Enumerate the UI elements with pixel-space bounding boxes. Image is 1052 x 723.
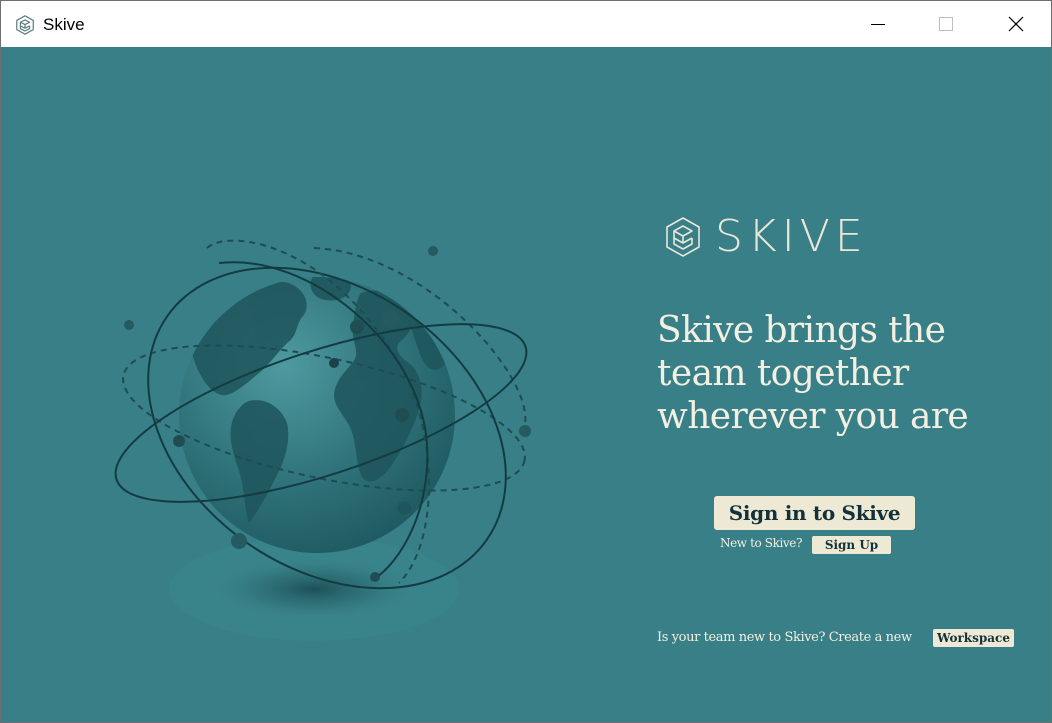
hero-tagline: Skive brings the team together wherever …: [657, 309, 997, 438]
tagline-line: team together: [657, 353, 909, 394]
minimize-icon: [871, 24, 885, 25]
app-logo-icon: [16, 15, 34, 35]
create-workspace-button[interactable]: Workspace: [933, 629, 1014, 647]
maximize-button[interactable]: [923, 1, 969, 47]
title-bar[interactable]: Skive: [1, 1, 1051, 47]
window-title: Skive: [43, 15, 85, 34]
signup-button[interactable]: Sign Up: [812, 536, 891, 554]
skive-wordmark: SKIVE: [715, 211, 868, 262]
welcome-screen: SKIVE Skive brings the team together whe…: [1, 47, 1051, 722]
tagline-line: Skive brings the: [657, 310, 946, 351]
tagline-line: wherever you are: [657, 396, 969, 437]
close-icon: [1008, 16, 1024, 32]
app-window: Skive SKIVE Skive brings the team togeth…: [0, 0, 1052, 723]
skive-logo: SKIVE: [663, 211, 893, 262]
signin-button[interactable]: Sign in to Skive: [714, 496, 915, 530]
close-button[interactable]: [993, 1, 1039, 47]
globe-illustration: [114, 239, 531, 641]
minimize-button[interactable]: [855, 1, 901, 47]
maximize-icon: [939, 17, 953, 31]
skive-logo-icon: [666, 217, 700, 257]
new-user-prompt: New to Skive?: [720, 536, 802, 550]
workspace-prompt: Is your team new to Skive? Create a new: [657, 630, 912, 645]
